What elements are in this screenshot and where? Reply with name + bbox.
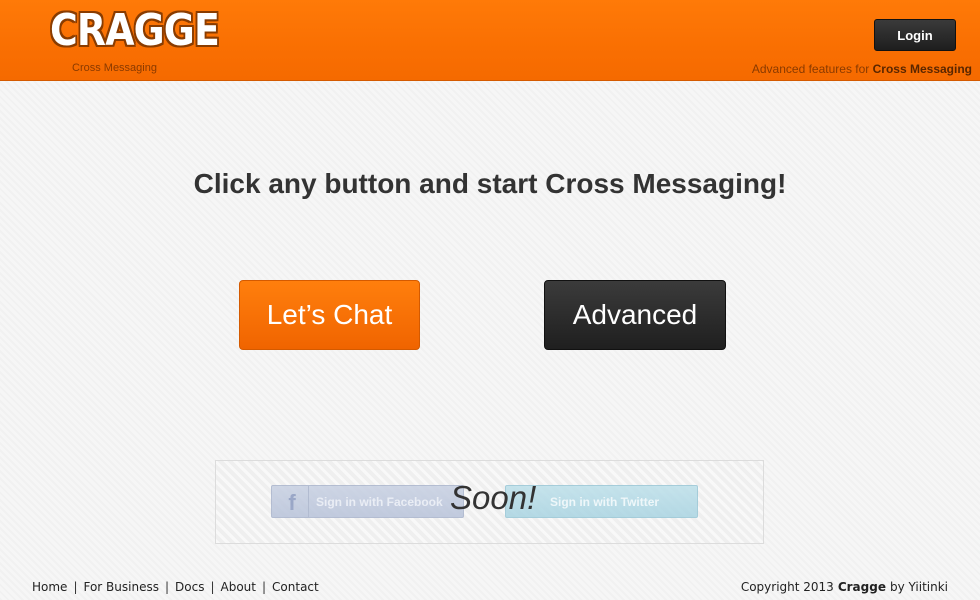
headline-prefix: Click any button and start (193, 168, 538, 199)
footer-separator: | (73, 580, 78, 594)
footer-separator: | (261, 580, 267, 594)
twitter-signin-label: Sign in with Twitter (550, 494, 660, 509)
tagline-prefix: Advanced features for (751, 62, 870, 76)
coming-soon-label: Soon! (450, 479, 537, 516)
logo-subtitle: Cross Messaging (72, 62, 157, 74)
lets-chat-button[interactable]: Let’s Chat (239, 280, 420, 350)
advanced-button[interactable]: Advanced (544, 280, 726, 350)
footer-link-contact[interactable]: Contact (272, 580, 319, 594)
copyright-suffix: by Yiitinki (889, 580, 948, 594)
footer-link-for-business[interactable]: For Business (83, 580, 158, 594)
footer-separator: | (210, 580, 215, 594)
copyright-brand: Cragge (837, 580, 886, 594)
site-header: CRAGGE Cross Messaging Login Advanced fe… (0, 0, 980, 81)
facebook-signin-button[interactable]: f Sign in with Facebook (271, 485, 464, 518)
header-tagline: Advanced features for Cross Messaging (752, 62, 972, 76)
footer-nav: Home | For Business | Docs | About | Con… (32, 579, 319, 595)
login-button[interactable]: Login (874, 19, 956, 51)
facebook-icon: f (288, 490, 296, 515)
footer-separator: | (164, 580, 170, 594)
copyright-prefix: Copyright 2013 (740, 580, 834, 594)
copyright: Copyright 2013 Cragge by Yiitinki (741, 579, 948, 595)
tagline-bold: Cross Messaging (872, 62, 972, 76)
logo[interactable]: CRAGGE (50, 9, 220, 53)
headline-bold: Cross Messaging! (545, 168, 787, 199)
footer-link-home[interactable]: Home (32, 580, 67, 594)
facebook-signin-label: Sign in with Facebook (316, 494, 443, 509)
footer-link-docs[interactable]: Docs (175, 580, 204, 594)
footer-link-about[interactable]: About (221, 580, 256, 594)
page-headline: Click any button and start Cross Messagi… (0, 168, 980, 200)
facebook-divider (308, 486, 309, 517)
social-signin-panel: f Sign in with Facebook Sign in with Twi… (215, 460, 764, 544)
